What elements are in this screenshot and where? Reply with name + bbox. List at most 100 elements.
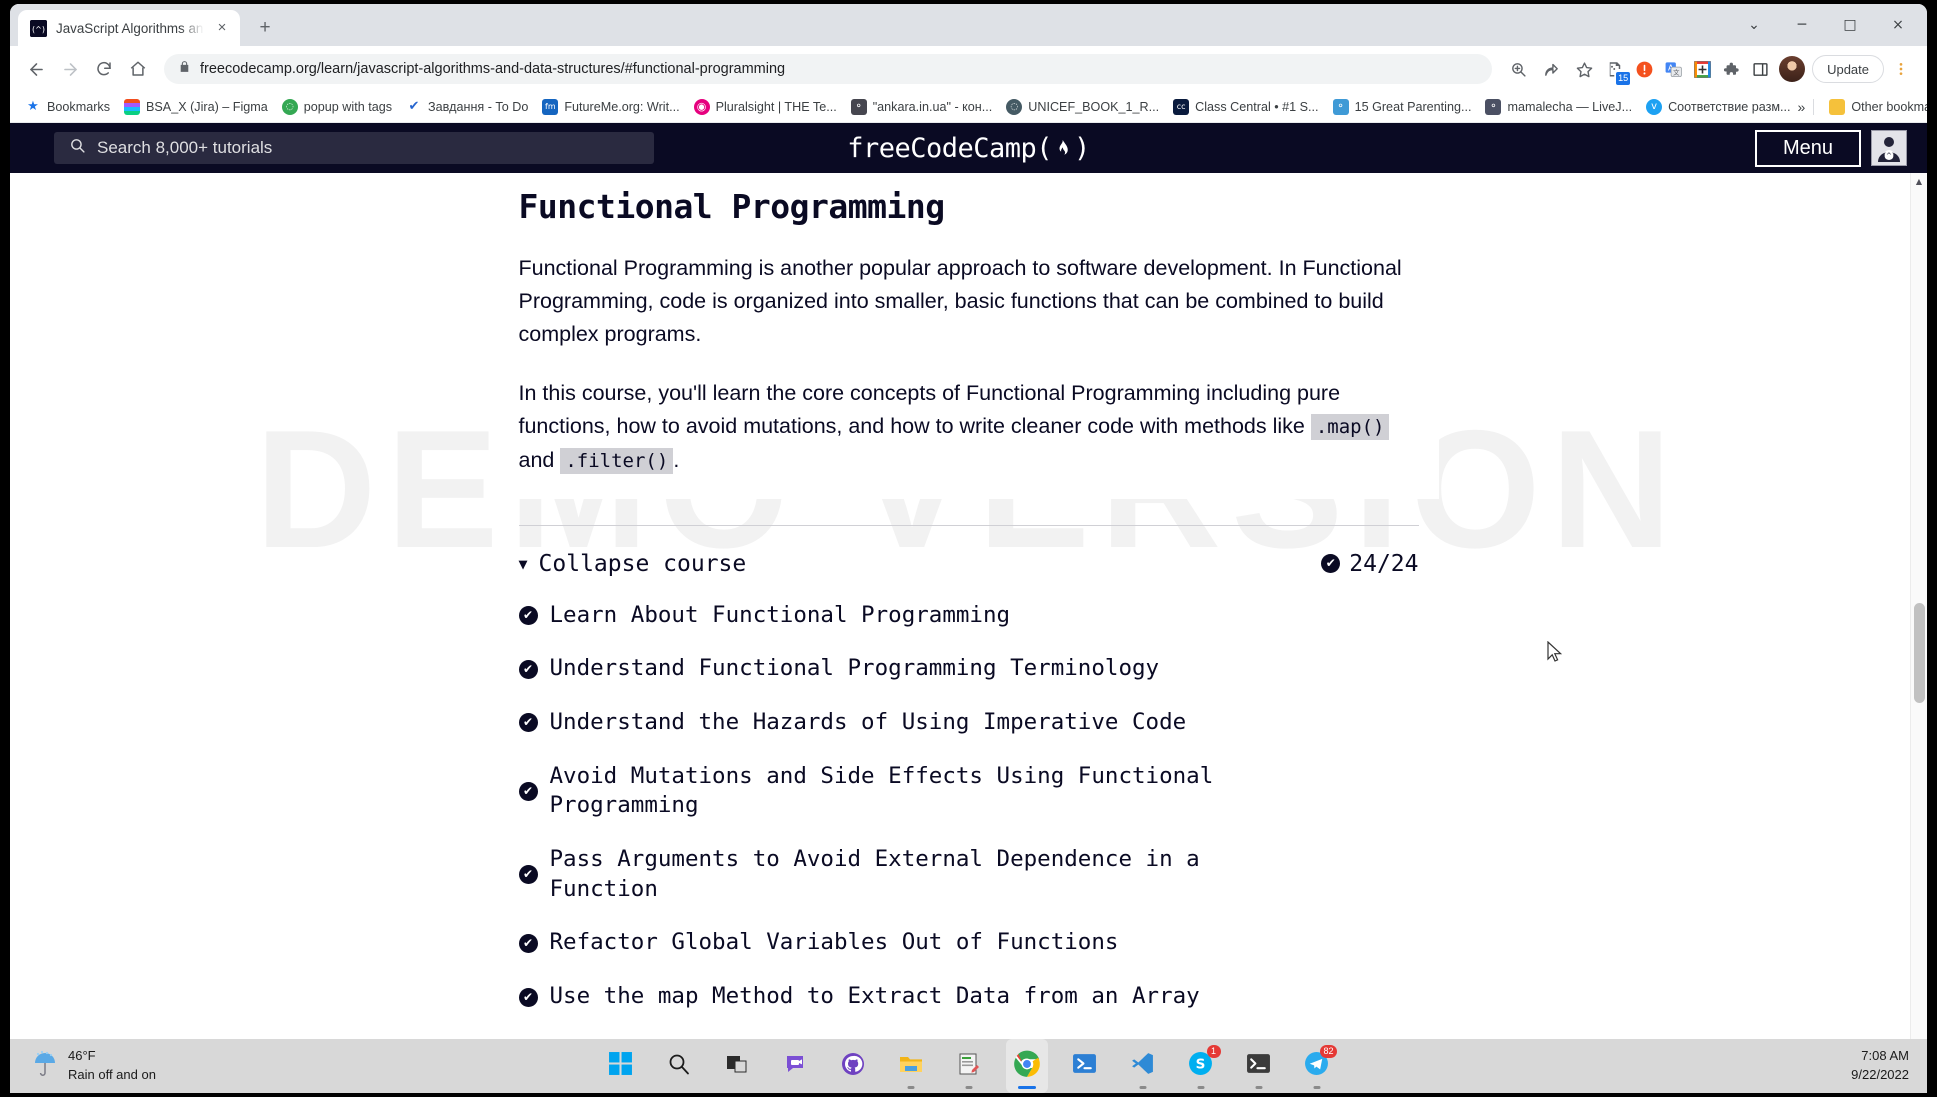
address-bar[interactable]: freecodecamp.org/learn/javascript-algori… xyxy=(164,54,1493,84)
weather-temperature: 46°F xyxy=(68,1048,96,1064)
alert-extension-icon[interactable] xyxy=(1630,55,1658,83)
bookmark-item[interactable]: ⚬ "ankara.in.ua" - кон... xyxy=(844,96,1000,118)
freecodecamp-logo[interactable]: freeCodeCamp() xyxy=(847,133,1090,164)
bookmark-label: FutureMe.org: Writ... xyxy=(564,100,680,114)
challenge-item[interactable]: ✔ Refactor Global Variables Out of Functi… xyxy=(518,904,1419,958)
running-indicator xyxy=(1017,1086,1036,1089)
bookmark-item[interactable]: cc Class Central • #1 S... xyxy=(1166,96,1325,118)
bookmarks-bar: ★ Bookmarks BSA_X (Jira) – Figma ◌ popup wit… xyxy=(10,92,1927,123)
bookmark-item[interactable]: ⚬ 15 Great Parenting... xyxy=(1326,96,1479,118)
challenge-label: Refactor Global Variables Out of Functio… xyxy=(549,929,1119,956)
reload-icon[interactable] xyxy=(88,53,120,85)
challenge-label: Understand Functional Programming Termin… xyxy=(549,655,1160,682)
bookmark-label: BSA_X (Jira) – Figma xyxy=(146,100,268,114)
windows-taskbar: 46°F Rain off and on S 1 82 7:08 AM 9/22/2… xyxy=(10,1039,1927,1093)
taskbar-start-button[interactable] xyxy=(600,1039,642,1093)
taskbar-teams[interactable] xyxy=(774,1039,816,1093)
share-icon[interactable] xyxy=(1535,53,1567,85)
globe-icon: ◌ xyxy=(281,99,298,115)
bookmark-label: Соответствие разм... xyxy=(1668,100,1791,114)
running-indicator xyxy=(907,1086,914,1089)
challenge-item[interactable]: ✔ Understand the Hazards of Using Imperat… xyxy=(518,684,1419,738)
sidebar-panel-icon[interactable] xyxy=(1746,55,1774,83)
page-scrollbar[interactable]: ▲ xyxy=(1910,173,1927,1039)
bookmark-item[interactable]: ◌ UNICEF_BOOK_1_R... xyxy=(999,96,1166,118)
notification-badge: 82 xyxy=(1320,1045,1337,1058)
tab-search-chevron-icon[interactable]: ⌄ xyxy=(1731,4,1777,46)
zoom-icon[interactable] xyxy=(1502,53,1534,85)
tab-close-icon[interactable]: × xyxy=(213,19,231,37)
taskbar-visual-studio-code[interactable] xyxy=(1122,1039,1164,1093)
avatar[interactable]: (^) xyxy=(1871,130,1907,166)
taskbar-file-explorer[interactable] xyxy=(890,1039,932,1093)
bookmark-label: Завдання - To Do xyxy=(428,100,529,114)
fm-icon: fm xyxy=(542,99,559,115)
bookmark-item[interactable]: ★ Bookmarks xyxy=(18,96,117,118)
challenge-item[interactable]: ✔ Learn About Functional Programming xyxy=(518,577,1419,631)
challenge-complete-check-icon: ✔ xyxy=(518,987,538,1007)
challenge-item[interactable]: ✔ Use the map Method to Extract Data from… xyxy=(518,958,1419,1012)
umbrella-rain-icon xyxy=(32,1050,58,1083)
new-tab-button[interactable]: + xyxy=(250,13,280,43)
taskbar-search-taskbar[interactable] xyxy=(658,1039,700,1093)
course-content: Functional Programming Functional Progra… xyxy=(498,173,1439,1039)
search-input[interactable]: Search 8,000+ tutorials xyxy=(54,132,654,164)
scroll-up-arrow-icon[interactable]: ▲ xyxy=(1911,173,1927,190)
svg-text:(^): (^) xyxy=(1883,152,1895,160)
bookmark-item[interactable]: ᴠ Соответствие разм... xyxy=(1639,96,1797,118)
taskbar-google-chrome[interactable] xyxy=(1005,1039,1048,1093)
challenge-item[interactable]: ✔ Pass Arguments to Avoid External Depend… xyxy=(518,821,1419,904)
google-translate-extension-icon[interactable]: A文 xyxy=(1659,55,1687,83)
bookmark-star-icon[interactable] xyxy=(1568,53,1600,85)
bookmark-item[interactable]: fm FutureMe.org: Writ... xyxy=(535,96,686,118)
chrome-icon xyxy=(1013,1050,1041,1083)
collapse-course-toggle[interactable]: ▼ Collapse course ✔ 24/24 xyxy=(499,526,1439,577)
browser-tab[interactable]: (^) JavaScript Algorithms and Data S × xyxy=(18,10,240,46)
extensions-puzzle-icon[interactable] xyxy=(1717,55,1745,83)
github-icon xyxy=(841,1052,865,1081)
page-title: Functional Programming xyxy=(518,187,946,226)
check-icon: ✔ xyxy=(408,99,420,114)
chrome-menu-icon[interactable] xyxy=(1885,53,1917,85)
intro-paragraph-2: In this course, you'll learn the core co… xyxy=(519,377,1419,476)
taskbar-powershell[interactable] xyxy=(1064,1039,1106,1093)
taskbar-skype[interactable]: S1 xyxy=(1180,1039,1222,1093)
task-view-icon xyxy=(725,1052,749,1081)
bookmark-item[interactable]: ⚬ mamalecha — LiveJ... xyxy=(1478,96,1639,118)
taskbar-telegram[interactable]: 82 xyxy=(1296,1039,1338,1093)
vscode-icon xyxy=(1130,1051,1155,1081)
bookmark-item[interactable]: ◌ popup with tags xyxy=(275,96,399,118)
bookmarks-overflow-chevron-icon[interactable]: » xyxy=(1798,99,1806,115)
profile-avatar[interactable] xyxy=(1779,56,1806,82)
bookmark-item[interactable]: ✔ Завдання - To Do xyxy=(399,96,535,118)
taskbar-windows-terminal[interactable] xyxy=(1238,1039,1280,1093)
menu-button[interactable]: Menu xyxy=(1754,129,1861,167)
home-icon[interactable] xyxy=(122,53,154,85)
tab-title: JavaScript Algorithms and Data S xyxy=(56,20,204,36)
terminal-icon xyxy=(1246,1051,1271,1081)
weather-text: 46°F Rain off and on xyxy=(68,1047,156,1085)
taskbar-clock[interactable]: 7:08 AM 9/22/2022 xyxy=(1851,1047,1927,1085)
scrollbar-thumb[interactable] xyxy=(1914,603,1925,703)
avatar-icon: ⚬ xyxy=(1485,99,1502,115)
running-indicator xyxy=(1255,1086,1262,1089)
other-bookmarks-button[interactable]: Other bookmarks xyxy=(1822,96,1927,118)
maximize-button[interactable]: □ xyxy=(1827,4,1873,46)
extension-counter-icon[interactable]: 15 xyxy=(1601,55,1631,85)
taskbar-notepad-plus-plus[interactable] xyxy=(948,1039,990,1093)
taskbar-task-view[interactable] xyxy=(716,1039,758,1093)
close-window-button[interactable]: × xyxy=(1875,4,1921,46)
paragraph-2-text-3: . xyxy=(673,447,680,472)
bookmark-item[interactable]: ◉ Pluralsight | THE Te... xyxy=(687,96,844,118)
course-intro: Functional Programming Functional Progra… xyxy=(498,173,1439,499)
challenge-item[interactable]: ✔ Avoid Mutations and Side Effects Using … xyxy=(518,738,1419,821)
update-button[interactable]: Update xyxy=(1812,55,1884,83)
back-icon[interactable] xyxy=(20,53,52,85)
figma-icon xyxy=(124,99,140,115)
minimize-button[interactable]: ─ xyxy=(1779,4,1825,46)
taskbar-github-desktop[interactable] xyxy=(832,1039,874,1093)
screenshot-extension-icon[interactable] xyxy=(1688,55,1716,83)
weather-widget[interactable]: 46°F Rain off and on xyxy=(10,1047,340,1085)
challenge-item[interactable]: ✔ Understand Functional Programming Termi… xyxy=(518,630,1419,684)
bookmark-item[interactable]: BSA_X (Jira) – Figma xyxy=(117,96,275,118)
